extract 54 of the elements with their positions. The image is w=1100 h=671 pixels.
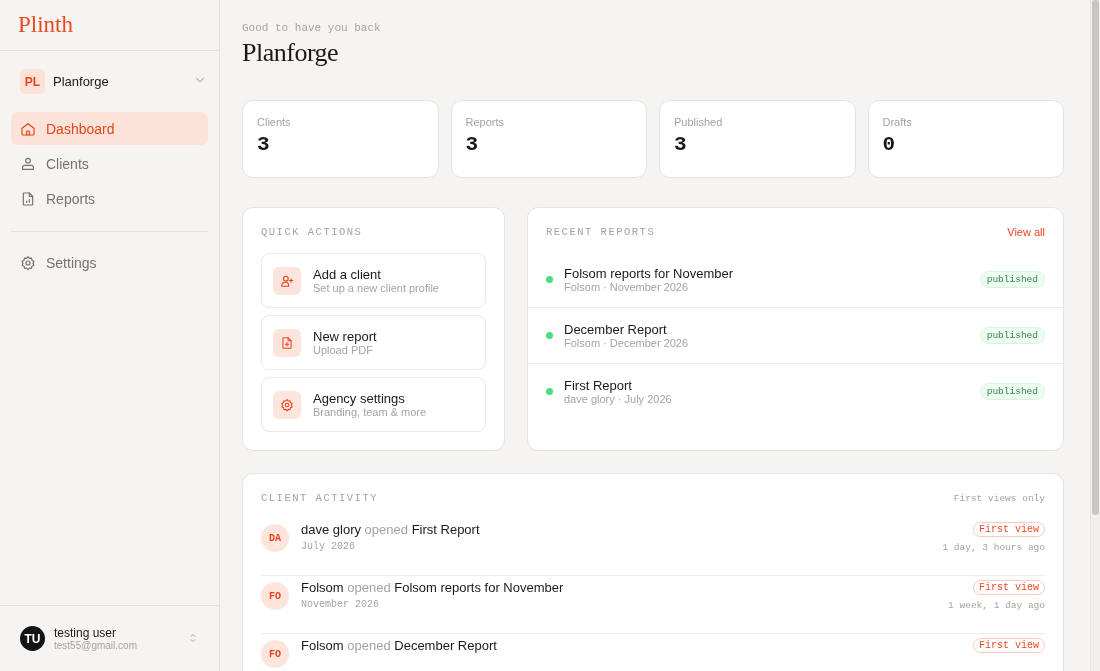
quick-action[interactable]: New report Upload PDF [261, 315, 486, 370]
activity-text: dave glory opened First Report [301, 522, 481, 537]
view-all-link[interactable]: View all [1007, 226, 1045, 238]
report-meta: dave glory · July 2026 [564, 393, 673, 405]
client-avatar: FO [261, 582, 289, 610]
activity-text: Folsom opened December Report [301, 638, 498, 653]
activity-period: July 2026 [301, 541, 356, 552]
report-meta: Folsom · November 2026 [564, 281, 690, 293]
section-title: CLIENT ACTIVITY [261, 492, 378, 504]
status-badge: published [979, 383, 1045, 400]
settings-icon [280, 397, 294, 412]
settings-icon [20, 254, 36, 271]
home-icon [20, 120, 36, 137]
user-name: testing user [54, 626, 118, 640]
workspace-switcher[interactable]: PL Planforge [20, 69, 207, 94]
quick-action[interactable]: Add a client Set up a new client profile [261, 253, 486, 308]
quick-action[interactable]: Agency settings Branding, team & more [261, 377, 486, 432]
scrollbar[interactable] [1090, 0, 1100, 671]
stat-value: 3 [465, 133, 480, 156]
filter-note: First views only [953, 492, 1045, 504]
document-icon [20, 190, 36, 207]
client-avatar: DA [261, 524, 289, 552]
client-avatar: FO [261, 640, 289, 668]
report-title[interactable]: First Report [564, 378, 969, 393]
greeting: Good to have you back [242, 22, 382, 34]
user-plus-icon [280, 273, 294, 288]
expand-icon [187, 631, 199, 644]
stat-value: 3 [257, 133, 271, 156]
stat-value: 3 [674, 133, 688, 156]
file-plus-icon [280, 335, 294, 350]
stat-label: Clients [257, 116, 292, 128]
person-icon [20, 155, 36, 172]
activity-period: November 2026 [301, 599, 380, 610]
nav-item[interactable]: Reports [11, 182, 208, 215]
activity-time: 1 day, 3 hours ago [942, 542, 1045, 553]
activity-time: 1 week, 1 day ago [948, 600, 1045, 611]
logo: Plinth [18, 12, 73, 38]
report-meta: Folsom · December 2026 [564, 337, 690, 349]
stat-label: Reports [465, 116, 506, 128]
status-badge: published [979, 271, 1045, 288]
section-title: QUICK ACTIONS [261, 226, 364, 238]
section-title: RECENT REPORTS [546, 226, 656, 238]
report-title[interactable]: Folsom reports for November [564, 266, 969, 281]
activity-text: Folsom opened Folsom reports for November [301, 580, 565, 595]
status-badge: published [979, 327, 1045, 344]
stat-value: 0 [882, 133, 897, 156]
stat-label: Published [674, 116, 724, 128]
report-title[interactable]: December Report [564, 322, 969, 337]
page-title: Planforge [242, 38, 340, 68]
user-avatar: TU [20, 626, 45, 651]
nav-item[interactable]: Settings [11, 246, 208, 279]
nav-item[interactable]: Clients [11, 147, 208, 180]
user-email: test55@gmail.com [54, 640, 138, 651]
stat-label: Drafts [882, 116, 913, 128]
